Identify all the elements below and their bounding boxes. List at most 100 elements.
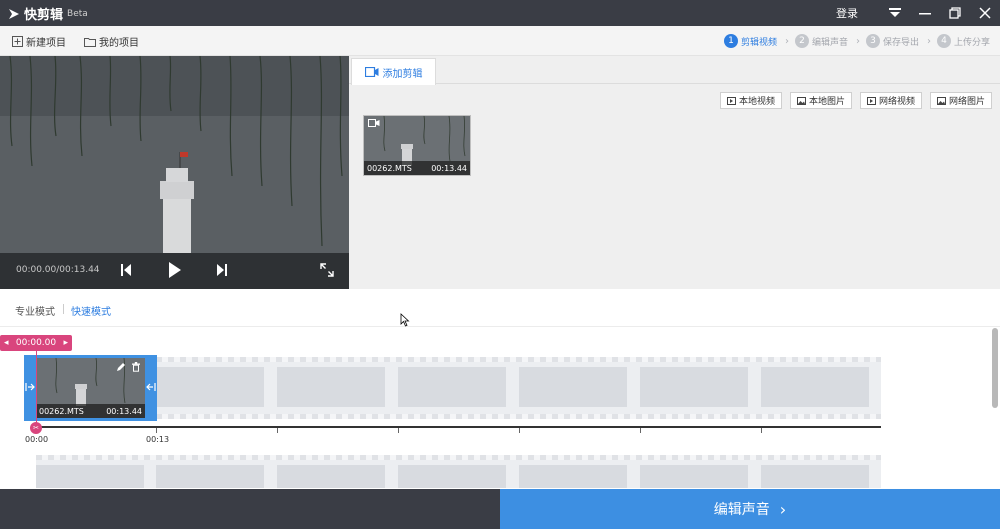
image-icon	[796, 96, 806, 105]
ruler-tick	[519, 428, 520, 433]
media-panel: 添加剪辑 本地视频 本地图片 网络视频 网络图片 00262.MTS 00:13…	[349, 56, 1000, 289]
fullscreen-icon[interactable]	[320, 263, 334, 277]
film-frame	[519, 465, 627, 488]
video-icon	[726, 96, 736, 105]
tab-add-clip-label: 添加剪辑	[382, 68, 423, 80]
source-buttons: 本地视频 本地图片 网络视频 网络图片	[712, 92, 992, 109]
step-number: 3	[865, 34, 880, 48]
chevron-right-icon: ›	[779, 499, 787, 519]
timeline: 00262.MTS 00:13.44 ◂ 00:00.00 ▸ ✂ 00:00 …	[0, 328, 1000, 488]
web-image-button[interactable]: 网络图片	[929, 92, 992, 109]
tab-add-clip[interactable]: 添加剪辑	[351, 58, 436, 85]
my-projects-label: 我的项目	[99, 38, 139, 49]
step-number: 1	[723, 34, 738, 48]
title-bar: 快剪辑 Beta 登录	[0, 0, 1000, 26]
playhead-time-tag[interactable]: ◂ 00:00.00 ▸	[0, 335, 72, 351]
timeline-clip-selected[interactable]: 00262.MTS 00:13.44	[24, 355, 157, 421]
film-track-secondary	[36, 455, 881, 488]
login-link[interactable]: 登录	[836, 5, 858, 21]
local-video-button[interactable]: 本地视频	[719, 92, 782, 109]
minimize-button[interactable]	[910, 0, 940, 26]
mode-switcher: 专业模式 快速模式	[0, 289, 1000, 327]
delete-trash-icon[interactable]	[131, 362, 141, 372]
clip-duration: 00:13.44	[431, 163, 467, 173]
step-label: 保存导出	[882, 37, 919, 48]
new-project-button[interactable]: 新建项目	[12, 34, 66, 49]
ruler-tick	[277, 428, 278, 433]
playhead-line[interactable]	[36, 351, 37, 427]
quick-mode-tab[interactable]: 快速模式	[71, 303, 111, 318]
step-edit-video[interactable]: 1 剪辑视频 ›	[723, 34, 789, 48]
previous-frame-icon[interactable]	[120, 263, 132, 277]
player-controls: 00:00.00/00:13.44	[0, 253, 349, 289]
film-frame	[761, 367, 869, 407]
video-icon	[866, 96, 876, 105]
timeline-scrollbar[interactable]	[992, 328, 998, 408]
step-number: 4	[936, 34, 951, 48]
caret-right-icon: ▸	[63, 338, 68, 348]
step-label: 上传分享	[953, 37, 990, 48]
mouse-cursor-icon	[400, 313, 410, 327]
film-frame	[398, 465, 506, 488]
edit-audio-next-button[interactable]: 编辑声音 ›	[500, 489, 1000, 529]
step-edit-audio[interactable]: 2 编辑声音 ›	[794, 34, 860, 48]
clip-name: 00262.MTS	[39, 406, 84, 416]
edit-pencil-icon[interactable]	[116, 362, 126, 372]
web-video-label: 网络视频	[878, 97, 915, 107]
step-label: 剪辑视频	[740, 37, 777, 48]
local-video-label: 本地视频	[738, 97, 775, 107]
close-button[interactable]	[970, 0, 1000, 26]
restore-button[interactable]	[940, 0, 970, 26]
film-frame	[277, 465, 385, 488]
media-clip-thumbnail[interactable]: 00262.MTS 00:13.44	[363, 115, 471, 176]
trim-left-handle[interactable]	[25, 382, 35, 392]
minimize-icon	[919, 13, 931, 15]
film-frame	[156, 367, 264, 407]
film-track	[36, 357, 881, 419]
web-video-button[interactable]: 网络视频	[859, 92, 922, 109]
step-upload-share[interactable]: 4 上传分享	[936, 34, 990, 48]
scissors-icon[interactable]: ✂	[30, 422, 42, 434]
web-image-label: 网络图片	[948, 97, 985, 107]
local-image-label: 本地图片	[808, 97, 845, 107]
trim-right-handle[interactable]	[146, 382, 156, 392]
local-image-button[interactable]: 本地图片	[789, 92, 852, 109]
film-frame	[277, 367, 385, 407]
preview-frame-image	[0, 56, 349, 253]
tick-label-end: 00:13	[146, 435, 170, 444]
time-ruler	[36, 426, 881, 428]
dropdown-icon	[889, 8, 901, 17]
film-frame	[519, 367, 627, 407]
toolbar: 新建项目 我的项目 1 剪辑视频 › 2 编辑声音 › 3 保存导出 › 4 上…	[0, 26, 1000, 56]
playhead-time: 00:00.00	[15, 338, 57, 348]
folder-icon	[84, 37, 96, 47]
menu-dropdown-button[interactable]	[880, 0, 910, 26]
close-icon	[979, 7, 991, 19]
mode-divider	[63, 304, 64, 314]
next-frame-icon[interactable]	[216, 263, 228, 277]
play-icon[interactable]	[168, 261, 182, 279]
video-preview[interactable]: 00:00.00/00:13.44	[0, 56, 349, 289]
chevron-right-icon: ›	[926, 35, 931, 47]
pro-mode-tab[interactable]: 专业模式	[15, 303, 55, 318]
step-number: 2	[794, 34, 809, 48]
film-perforation	[36, 414, 881, 419]
timeline-clip-thumbnail: 00262.MTS 00:13.44	[36, 358, 145, 418]
film-frame	[640, 465, 748, 488]
new-project-icon	[12, 36, 23, 47]
clip-caption: 00262.MTS 00:13.44	[364, 161, 470, 175]
restore-icon	[949, 7, 961, 19]
my-projects-button[interactable]: 我的项目	[84, 34, 139, 49]
video-camera-icon	[364, 67, 378, 77]
step-save-export[interactable]: 3 保存导出 ›	[865, 34, 931, 48]
playback-timecode: 00:00.00/00:13.44	[16, 265, 100, 275]
film-perforation	[36, 455, 881, 460]
film-frame	[398, 367, 506, 407]
ruler-tick	[640, 428, 641, 433]
new-project-label: 新建项目	[26, 38, 66, 49]
video-camera-icon	[368, 119, 380, 127]
film-frame	[640, 367, 748, 407]
app-name: 快剪辑	[24, 8, 64, 23]
media-tabs: 添加剪辑	[349, 56, 1000, 85]
ruler-tick	[156, 428, 157, 433]
